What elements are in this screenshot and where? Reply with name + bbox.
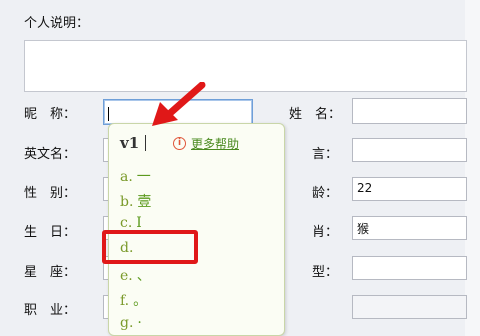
candidate-c[interactable]: c. I xyxy=(120,215,142,231)
ime-cursor xyxy=(145,135,146,151)
candidate-key: g. xyxy=(120,315,134,331)
candidate-a[interactable]: a. 一 xyxy=(120,166,151,186)
personal-desc-label: 个人说明： xyxy=(24,16,90,31)
candidate-value: I xyxy=(136,215,142,231)
blood-type-select[interactable] xyxy=(352,256,467,280)
job-label: 职 业： xyxy=(24,303,77,318)
highlight-box xyxy=(102,230,198,264)
extra-input[interactable] xyxy=(352,295,467,319)
personal-desc-textarea[interactable] xyxy=(24,40,467,92)
english-name-label: 英文名： xyxy=(24,147,77,162)
candidate-key: a. xyxy=(120,169,133,185)
nickname-label: 昵 称： xyxy=(24,107,77,122)
arrow-annotation-icon xyxy=(152,82,206,126)
motto-input[interactable] xyxy=(352,138,467,162)
surname-input[interactable] xyxy=(352,98,467,124)
candidate-key: e. xyxy=(120,268,133,284)
surname-label: 姓 名： xyxy=(289,107,342,122)
candidate-g[interactable]: g. · xyxy=(120,315,142,331)
zodiac-label: 肖： xyxy=(312,225,339,240)
text-caret xyxy=(108,107,109,121)
motto-label: 言： xyxy=(312,147,339,162)
candidate-f[interactable]: f.。 xyxy=(120,290,147,310)
candidate-b[interactable]: b. 壹 xyxy=(120,191,151,211)
candidate-value: 。 xyxy=(133,293,148,309)
candidate-e[interactable]: e.、 xyxy=(120,265,151,285)
gender-label: 性 别： xyxy=(24,186,77,201)
candidate-key: c. xyxy=(120,215,133,231)
candidate-value: 一 xyxy=(136,169,151,185)
info-icon[interactable]: i xyxy=(173,137,186,150)
birthday-label: 生 日： xyxy=(24,225,77,240)
candidate-value: · xyxy=(137,315,142,331)
candidate-key: f. xyxy=(120,293,130,309)
candidate-key: b. xyxy=(120,194,134,210)
candidate-value: 、 xyxy=(136,268,151,284)
constellation-label: 星 座： xyxy=(24,265,77,280)
ime-composition: v1 xyxy=(120,134,140,152)
candidate-value: 壹 xyxy=(137,194,152,210)
right-edge-panel xyxy=(465,0,480,336)
blood-type-label: 型： xyxy=(312,265,339,280)
zodiac-input[interactable]: 猴 xyxy=(352,216,467,240)
age-label: 龄： xyxy=(312,186,339,201)
age-input[interactable]: 22 xyxy=(352,177,467,201)
more-help-link[interactable]: 更多帮助 xyxy=(191,135,239,152)
